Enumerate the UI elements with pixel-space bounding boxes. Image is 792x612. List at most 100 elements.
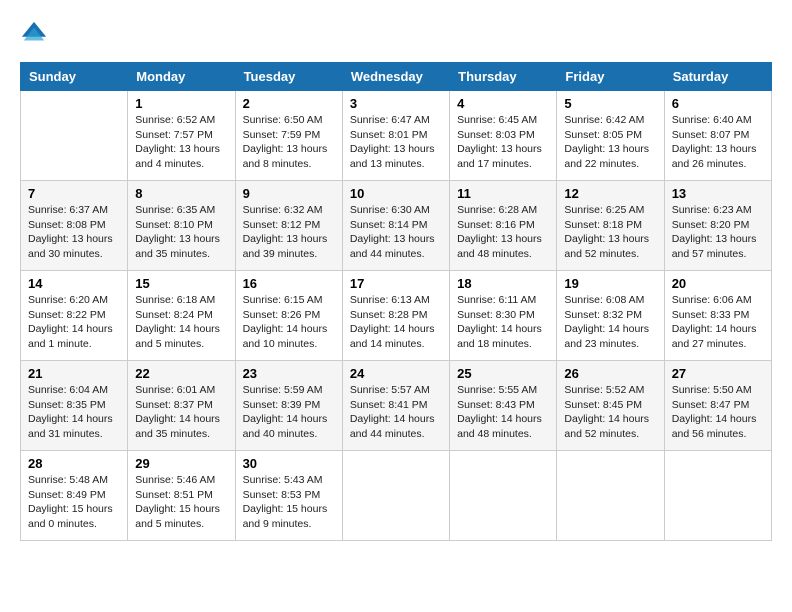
cell-info: Sunrise: 5:52 AMSunset: 8:45 PMDaylight:… bbox=[564, 383, 656, 442]
cell-info: Sunrise: 6:28 AMSunset: 8:16 PMDaylight:… bbox=[457, 203, 549, 262]
day-number: 22 bbox=[135, 366, 227, 381]
calendar-cell: 16 Sunrise: 6:15 AMSunset: 8:26 PMDayligh… bbox=[235, 271, 342, 361]
cell-info: Sunrise: 6:40 AMSunset: 8:07 PMDaylight:… bbox=[672, 113, 764, 172]
day-number: 29 bbox=[135, 456, 227, 471]
day-number: 1 bbox=[135, 96, 227, 111]
calendar-cell: 7Sunrise: 6:37 AMSunset: 8:08 PMDaylight… bbox=[21, 181, 128, 271]
day-number: 27 bbox=[672, 366, 764, 381]
cell-info: Sunrise: 6:45 AMSunset: 8:03 PMDaylight:… bbox=[457, 113, 549, 172]
calendar-cell: 22 Sunrise: 6:01 AMSunset: 8:37 PMDayligh… bbox=[128, 361, 235, 451]
week-row-2: 7Sunrise: 6:37 AMSunset: 8:08 PMDaylight… bbox=[21, 181, 772, 271]
calendar-cell: 28 Sunrise: 5:48 AMSunset: 8:49 PMDayligh… bbox=[21, 451, 128, 541]
calendar-cell: 12 Sunrise: 6:25 AMSunset: 8:18 PMDayligh… bbox=[557, 181, 664, 271]
day-number: 9 bbox=[243, 186, 335, 201]
day-number: 5 bbox=[564, 96, 656, 111]
header-cell-tuesday: Tuesday bbox=[235, 63, 342, 91]
cell-info: Sunrise: 5:43 AMSunset: 8:53 PMDaylight:… bbox=[243, 473, 335, 532]
cell-info: Sunrise: 6:20 AMSunset: 8:22 PMDaylight:… bbox=[28, 293, 120, 352]
cell-info: Sunrise: 6:47 AMSunset: 8:01 PMDaylight:… bbox=[350, 113, 442, 172]
cell-info: Sunrise: 6:32 AMSunset: 8:12 PMDaylight:… bbox=[243, 203, 335, 262]
cell-info: Sunrise: 6:13 AMSunset: 8:28 PMDaylight:… bbox=[350, 293, 442, 352]
day-number: 4 bbox=[457, 96, 549, 111]
cell-info: Sunrise: 6:01 AMSunset: 8:37 PMDaylight:… bbox=[135, 383, 227, 442]
day-number: 18 bbox=[457, 276, 549, 291]
header-cell-thursday: Thursday bbox=[450, 63, 557, 91]
calendar-cell: 4 Sunrise: 6:45 AMSunset: 8:03 PMDaylight… bbox=[450, 91, 557, 181]
day-number: 25 bbox=[457, 366, 549, 381]
day-number: 15 bbox=[135, 276, 227, 291]
week-row-1: 1 Sunrise: 6:52 AMSunset: 7:57 PMDaylight… bbox=[21, 91, 772, 181]
day-number: 3 bbox=[350, 96, 442, 111]
cell-info: Sunrise: 5:57 AMSunset: 8:41 PMDaylight:… bbox=[350, 383, 442, 442]
cell-info: Sunrise: 5:50 AMSunset: 8:47 PMDaylight:… bbox=[672, 383, 764, 442]
header-cell-monday: Monday bbox=[128, 63, 235, 91]
day-number: 20 bbox=[672, 276, 764, 291]
calendar-cell bbox=[664, 451, 771, 541]
calendar-cell: 1 Sunrise: 6:52 AMSunset: 7:57 PMDaylight… bbox=[128, 91, 235, 181]
day-number: 2 bbox=[243, 96, 335, 111]
day-number: 30 bbox=[243, 456, 335, 471]
calendar-cell: 9 Sunrise: 6:32 AMSunset: 8:12 PMDaylight… bbox=[235, 181, 342, 271]
day-number: 11 bbox=[457, 186, 549, 201]
cell-info: Sunrise: 6:18 AMSunset: 8:24 PMDaylight:… bbox=[135, 293, 227, 352]
header-cell-wednesday: Wednesday bbox=[342, 63, 449, 91]
day-number: 7 bbox=[28, 186, 120, 201]
cell-info: Sunrise: 6:25 AMSunset: 8:18 PMDaylight:… bbox=[564, 203, 656, 262]
calendar-cell bbox=[557, 451, 664, 541]
calendar-cell: 6 Sunrise: 6:40 AMSunset: 8:07 PMDaylight… bbox=[664, 91, 771, 181]
cell-info: Sunrise: 6:06 AMSunset: 8:33 PMDaylight:… bbox=[672, 293, 764, 352]
day-number: 12 bbox=[564, 186, 656, 201]
cell-info: Sunrise: 6:35 AMSunset: 8:10 PMDaylight:… bbox=[135, 203, 227, 262]
day-number: 21 bbox=[28, 366, 120, 381]
cell-info: Sunrise: 6:50 AMSunset: 7:59 PMDaylight:… bbox=[243, 113, 335, 172]
header-cell-saturday: Saturday bbox=[664, 63, 771, 91]
cell-info: Sunrise: 6:15 AMSunset: 8:26 PMDaylight:… bbox=[243, 293, 335, 352]
header-row: SundayMondayTuesdayWednesdayThursdayFrid… bbox=[21, 63, 772, 91]
calendar-cell: 8Sunrise: 6:35 AMSunset: 8:10 PMDaylight… bbox=[128, 181, 235, 271]
calendar-cell: 2 Sunrise: 6:50 AMSunset: 7:59 PMDaylight… bbox=[235, 91, 342, 181]
day-number: 19 bbox=[564, 276, 656, 291]
day-number: 6 bbox=[672, 96, 764, 111]
day-number: 23 bbox=[243, 366, 335, 381]
page-header bbox=[20, 20, 772, 48]
calendar-cell: 26Sunrise: 5:52 AMSunset: 8:45 PMDayligh… bbox=[557, 361, 664, 451]
calendar-cell: 30 Sunrise: 5:43 AMSunset: 8:53 PMDayligh… bbox=[235, 451, 342, 541]
cell-info: Sunrise: 6:42 AMSunset: 8:05 PMDaylight:… bbox=[564, 113, 656, 172]
calendar-cell: 5 Sunrise: 6:42 AMSunset: 8:05 PMDaylight… bbox=[557, 91, 664, 181]
cell-info: Sunrise: 6:52 AMSunset: 7:57 PMDaylight:… bbox=[135, 113, 227, 172]
day-number: 17 bbox=[350, 276, 442, 291]
calendar-cell bbox=[21, 91, 128, 181]
calendar-cell: 23 Sunrise: 5:59 AMSunset: 8:39 PMDayligh… bbox=[235, 361, 342, 451]
week-row-3: 14 Sunrise: 6:20 AMSunset: 8:22 PMDayligh… bbox=[21, 271, 772, 361]
day-number: 14 bbox=[28, 276, 120, 291]
calendar-cell: 14 Sunrise: 6:20 AMSunset: 8:22 PMDayligh… bbox=[21, 271, 128, 361]
calendar-cell: 20 Sunrise: 6:06 AMSunset: 8:33 PMDayligh… bbox=[664, 271, 771, 361]
cell-info: Sunrise: 6:04 AMSunset: 8:35 PMDaylight:… bbox=[28, 383, 120, 442]
day-number: 13 bbox=[672, 186, 764, 201]
calendar-cell: 11 Sunrise: 6:28 AMSunset: 8:16 PMDayligh… bbox=[450, 181, 557, 271]
calendar-body: 1 Sunrise: 6:52 AMSunset: 7:57 PMDaylight… bbox=[21, 91, 772, 541]
calendar-cell: 27 Sunrise: 5:50 AMSunset: 8:47 PMDayligh… bbox=[664, 361, 771, 451]
day-number: 10 bbox=[350, 186, 442, 201]
cell-info: Sunrise: 6:11 AMSunset: 8:30 PMDaylight:… bbox=[457, 293, 549, 352]
week-row-5: 28 Sunrise: 5:48 AMSunset: 8:49 PMDayligh… bbox=[21, 451, 772, 541]
header-cell-friday: Friday bbox=[557, 63, 664, 91]
week-row-4: 21 Sunrise: 6:04 AMSunset: 8:35 PMDayligh… bbox=[21, 361, 772, 451]
calendar-table: SundayMondayTuesdayWednesdayThursdayFrid… bbox=[20, 62, 772, 541]
day-number: 16 bbox=[243, 276, 335, 291]
calendar-cell: 13Sunrise: 6:23 AMSunset: 8:20 PMDayligh… bbox=[664, 181, 771, 271]
calendar-cell: 24 Sunrise: 5:57 AMSunset: 8:41 PMDayligh… bbox=[342, 361, 449, 451]
cell-info: Sunrise: 6:08 AMSunset: 8:32 PMDaylight:… bbox=[564, 293, 656, 352]
calendar-cell: 17 Sunrise: 6:13 AMSunset: 8:28 PMDayligh… bbox=[342, 271, 449, 361]
cell-info: Sunrise: 6:30 AMSunset: 8:14 PMDaylight:… bbox=[350, 203, 442, 262]
cell-info: Sunrise: 5:55 AMSunset: 8:43 PMDaylight:… bbox=[457, 383, 549, 442]
calendar-cell: 18 Sunrise: 6:11 AMSunset: 8:30 PMDayligh… bbox=[450, 271, 557, 361]
cell-info: Sunrise: 5:48 AMSunset: 8:49 PMDaylight:… bbox=[28, 473, 120, 532]
day-number: 24 bbox=[350, 366, 442, 381]
calendar-header: SundayMondayTuesdayWednesdayThursdayFrid… bbox=[21, 63, 772, 91]
day-number: 28 bbox=[28, 456, 120, 471]
header-cell-sunday: Sunday bbox=[21, 63, 128, 91]
cell-info: Sunrise: 5:59 AMSunset: 8:39 PMDaylight:… bbox=[243, 383, 335, 442]
calendar-cell bbox=[450, 451, 557, 541]
calendar-cell: 21 Sunrise: 6:04 AMSunset: 8:35 PMDayligh… bbox=[21, 361, 128, 451]
